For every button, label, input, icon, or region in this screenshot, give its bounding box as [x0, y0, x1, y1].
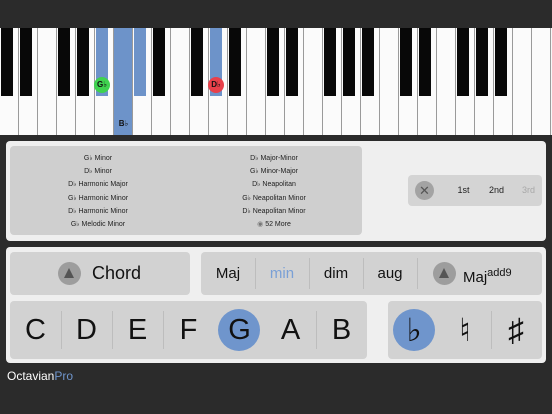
black-key[interactable] — [457, 28, 469, 96]
white-key[interactable] — [247, 28, 266, 135]
black-key[interactable] — [324, 28, 336, 96]
note-label: E — [127, 314, 148, 346]
chord-quality-control: Maj min dim aug Majadd9 — [201, 252, 542, 295]
clear-inversion-button[interactable]: ✕ — [415, 181, 434, 200]
scale-item[interactable]: G♭ Neapolitan Minor — [186, 192, 362, 205]
black-key[interactable] — [419, 28, 431, 96]
black-key[interactable] — [58, 28, 70, 96]
white-key[interactable] — [171, 28, 190, 135]
piano-keyboard[interactable]: G♭ B♭ D♭ — [0, 28, 552, 135]
note-g-button[interactable]: G — [214, 301, 265, 359]
black-key[interactable] — [495, 28, 507, 96]
black-key[interactable] — [153, 28, 165, 96]
brand-suffix: Pro — [54, 369, 74, 383]
white-key[interactable] — [513, 28, 532, 135]
note-e-button[interactable]: E — [112, 301, 163, 359]
close-icon: ✕ — [419, 183, 430, 198]
flat-icon: ♭ — [406, 312, 422, 348]
triangle-up-icon — [58, 262, 81, 285]
black-key[interactable] — [229, 28, 241, 96]
black-key[interactable] — [362, 28, 374, 96]
chord-panel: Chord Maj min dim aug Majadd9 C D E F G … — [6, 247, 546, 363]
chord-extension-label: Majadd9 — [463, 252, 512, 295]
note-label: F — [179, 314, 198, 346]
scale-item[interactable]: D♭ Major-Minor — [186, 152, 362, 165]
scale-panel: G♭ Minor D♭ Minor D♭ Harmonic Major G♭ Harm… — [6, 141, 546, 241]
flat-button[interactable]: ♭ — [388, 301, 440, 359]
note-c-button[interactable]: C — [10, 301, 61, 359]
chord-type-label: Chord — [92, 263, 142, 283]
black-key[interactable] — [476, 28, 488, 96]
inversion-3rd-button: 3rd — [521, 185, 535, 195]
extension-base: Maj — [463, 269, 488, 286]
scale-column-left: G♭ Minor D♭ Minor D♭ Harmonic Major G♭ Harm… — [10, 152, 186, 231]
natural-icon: ♮ — [459, 312, 471, 348]
inversion-bar: ✕ 1st 2nd 3rd — [408, 175, 542, 206]
chord-type-button[interactable]: Chord — [10, 252, 190, 295]
white-key[interactable] — [380, 28, 399, 135]
black-key[interactable] — [191, 28, 203, 96]
black-key[interactable] — [1, 28, 13, 96]
scale-item[interactable]: D♭ Harmonic Minor — [10, 205, 186, 218]
scale-item[interactable]: D♭ Harmonic Major — [10, 178, 186, 191]
inversion-1st-button[interactable]: 1st — [447, 175, 480, 206]
note-a-button[interactable]: A — [265, 301, 316, 359]
white-key[interactable] — [304, 28, 323, 135]
black-key[interactable] — [286, 28, 298, 96]
black-key[interactable] — [267, 28, 279, 96]
quality-dim-button[interactable]: dim — [309, 252, 363, 295]
natural-button[interactable]: ♮ — [439, 301, 491, 359]
scale-item[interactable]: G♭ Minor — [10, 152, 186, 165]
black-key[interactable] — [20, 28, 32, 96]
inversion-2nd-button[interactable]: 2nd — [480, 175, 513, 206]
more-icon: ◉ — [257, 220, 266, 228]
white-key[interactable] — [38, 28, 57, 135]
chord-extension-button[interactable]: Majadd9 — [418, 252, 542, 295]
note-label: A — [280, 314, 301, 346]
black-key[interactable] — [134, 28, 146, 96]
triangle-up-icon — [433, 262, 456, 285]
quality-aug-button[interactable]: aug — [363, 252, 417, 295]
note-label: D — [76, 314, 97, 346]
note-d-button[interactable]: D — [61, 301, 112, 359]
accidental-control: ♭ ♮ ♯ — [388, 301, 542, 359]
scale-item[interactable]: D♭ Neapolitan Minor — [186, 205, 362, 218]
black-key[interactable] — [77, 28, 89, 96]
extension-sup: add9 — [487, 267, 512, 279]
sharp-button[interactable]: ♯ — [490, 301, 542, 359]
note-marker: G♭ — [94, 77, 110, 93]
sharp-icon: ♯ — [508, 312, 524, 348]
scale-item[interactable]: G♭ Melodic Minor — [10, 218, 186, 231]
note-label: G — [228, 314, 251, 346]
app-brand: OctavianPro — [7, 369, 73, 383]
more-scales-label: 52 More — [265, 220, 291, 228]
black-key[interactable] — [400, 28, 412, 96]
scale-item[interactable]: D♭ Neapolitan — [186, 178, 362, 191]
white-key[interactable] — [437, 28, 456, 135]
note-marker: D♭ — [208, 77, 224, 93]
note-marker: B♭ — [115, 116, 132, 132]
scale-item[interactable]: D♭ Minor — [10, 165, 186, 178]
note-label: B — [331, 314, 352, 346]
scale-column-right: D♭ Major-Minor G♭ Minor-Major D♭ Neapolita… — [186, 152, 362, 231]
note-b-button[interactable]: B — [316, 301, 367, 359]
scale-item[interactable]: G♭ Minor-Major — [186, 165, 362, 178]
quality-min-button[interactable]: min — [255, 252, 309, 295]
scale-item[interactable]: G♭ Harmonic Minor — [10, 192, 186, 205]
brand-name: Octavian — [7, 369, 55, 383]
note-label: C — [25, 314, 46, 346]
quality-maj-button[interactable]: Maj — [201, 252, 255, 295]
more-scales-button[interactable]: ◉ 52 More — [186, 218, 362, 231]
white-key[interactable] — [532, 28, 551, 135]
root-note-control: C D E F G A B — [10, 301, 367, 359]
note-f-button[interactable]: F — [163, 301, 214, 359]
scale-list: G♭ Minor D♭ Minor D♭ Harmonic Major G♭ Harm… — [10, 146, 362, 235]
black-key[interactable] — [343, 28, 355, 96]
